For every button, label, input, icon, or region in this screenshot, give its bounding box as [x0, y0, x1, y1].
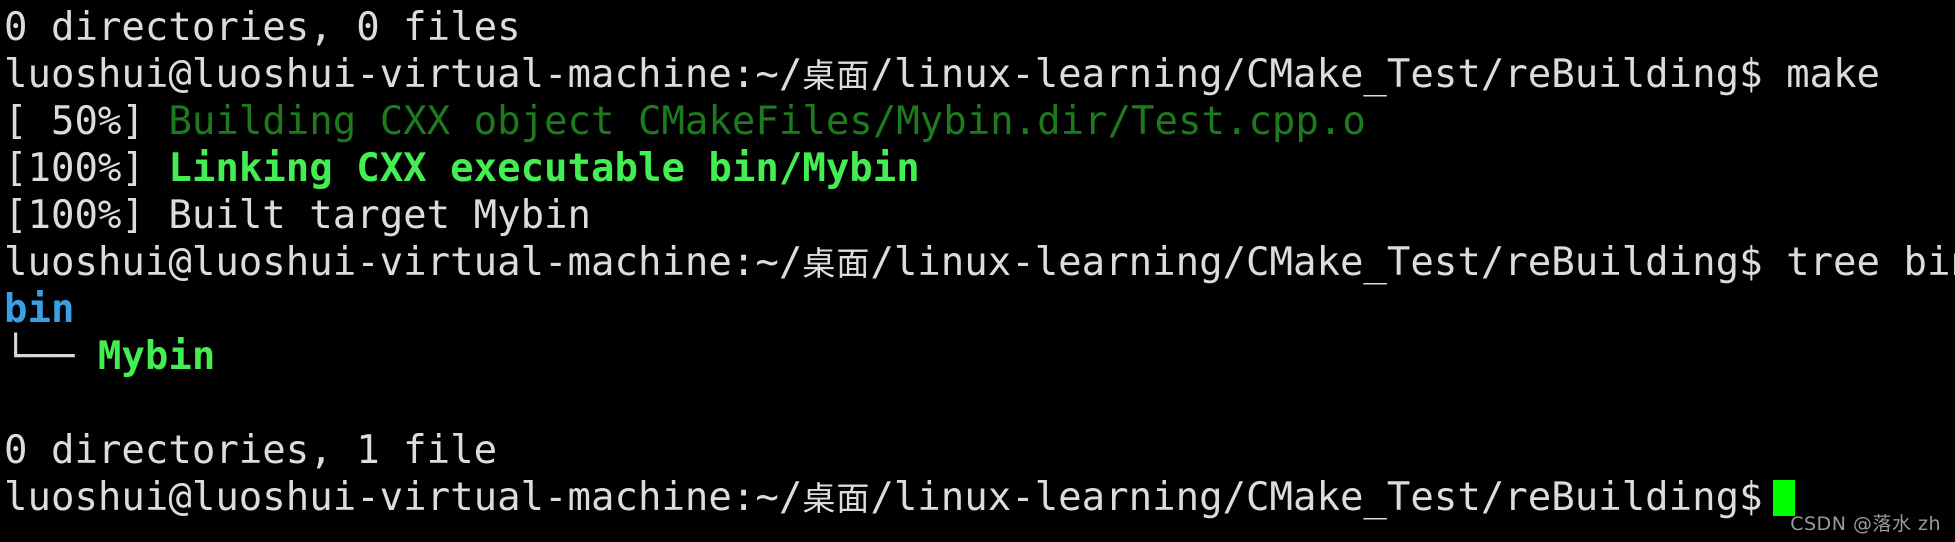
- watermark-label: CSDN @落水 zh: [1790, 513, 1941, 535]
- output-line-built-target: [100%] Built target Mybin: [4, 192, 1955, 239]
- tree-summary-prev-text: 0 directories, 0 files: [4, 5, 521, 50]
- command-tree: tree bin: [1762, 240, 1955, 285]
- prompt-user-host: luoshui@luoshui-virtual-machine: [4, 52, 732, 97]
- prompt-line-active[interactable]: luoshui@luoshui-virtual-machine:~/桌面/lin…: [4, 474, 1955, 521]
- tree-summary-text: 0 directories, 1 file: [4, 428, 498, 473]
- prompt-path-suffix: /linux-learning/CMake_Test/reBuilding: [870, 240, 1740, 285]
- prompt-separator: :: [731, 475, 756, 520]
- build-percent-50: [ 50%]: [4, 99, 169, 144]
- prompt-separator: :: [731, 240, 756, 285]
- tree-output-file: └── Mybin: [4, 333, 1955, 380]
- prompt-line-make: luoshui@luoshui-virtual-machine:~/桌面/lin…: [4, 51, 1955, 98]
- tree-branch-glyph: └──: [4, 334, 98, 379]
- prompt-path-suffix: /linux-learning/CMake_Test/reBuilding: [870, 475, 1740, 520]
- prompt-path-prefix: ~/: [755, 475, 803, 520]
- prompt-user-host: luoshui@luoshui-virtual-machine: [4, 475, 732, 520]
- prompt-path-cjk: 桌面: [802, 56, 871, 95]
- output-line-tree-summary: 0 directories, 1 file: [4, 427, 1955, 474]
- output-line-tree-summary-prev: 0 directories, 0 files: [4, 4, 1955, 51]
- link-message-100: Linking CXX executable bin/Mybin: [168, 146, 920, 191]
- prompt-path-prefix: ~/: [755, 52, 803, 97]
- prompt-user-host: luoshui@luoshui-virtual-machine: [4, 240, 732, 285]
- build-message-50: Building CXX object CMakeFiles/Mybin.dir…: [168, 99, 1366, 144]
- prompt-path-prefix: ~/: [755, 240, 803, 285]
- prompt-sigil: $: [1739, 240, 1763, 285]
- prompt-path-cjk: 桌面: [802, 479, 871, 518]
- prompt-line-tree: luoshui@luoshui-virtual-machine:~/桌面/lin…: [4, 239, 1955, 286]
- tree-file-name: Mybin: [97, 334, 216, 379]
- output-line-link-100: [100%] Linking CXX executable bin/Mybin: [4, 145, 1955, 192]
- tree-directory-name: bin: [4, 287, 75, 332]
- prompt-separator: :: [731, 52, 756, 97]
- prompt-sigil: $: [1739, 52, 1763, 97]
- tree-output-directory: bin: [4, 286, 1955, 333]
- link-percent-100: [100%]: [4, 146, 169, 191]
- terminal-window[interactable]: 0 directories, 0 files luoshui@luoshui-v…: [0, 0, 1955, 542]
- prompt-path-suffix: /linux-learning/CMake_Test/reBuilding: [870, 52, 1740, 97]
- prompt-sigil: $: [1739, 475, 1763, 520]
- command-make: make: [1762, 52, 1880, 97]
- built-target-message: Built target Mybin: [168, 193, 592, 238]
- output-line-build-50: [ 50%] Building CXX object CMakeFiles/My…: [4, 98, 1955, 145]
- built-percent-100: [100%]: [4, 193, 169, 238]
- prompt-path-cjk: 桌面: [802, 244, 871, 283]
